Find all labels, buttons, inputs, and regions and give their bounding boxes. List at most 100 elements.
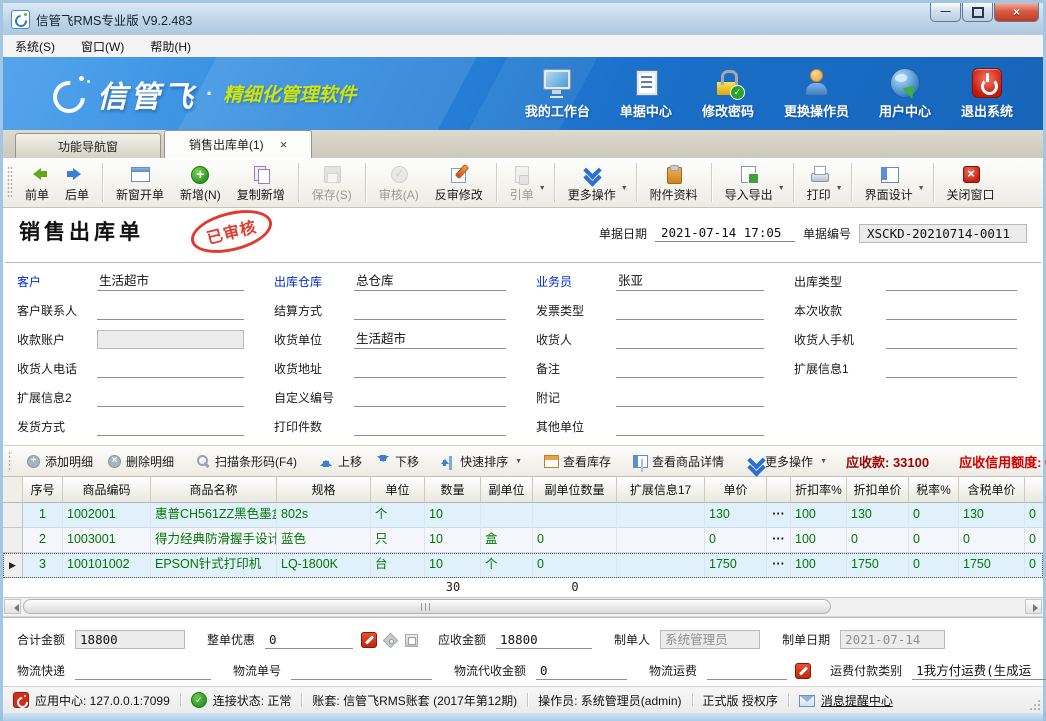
table-cell[interactable]: 10 (425, 553, 481, 578)
grid-more-chevrons-button[interactable]: 更多操作▼ (739, 453, 834, 470)
field-value[interactable] (616, 418, 764, 436)
table-cell[interactable]: ▶ (3, 553, 23, 578)
column-header[interactable]: 单价 (705, 477, 767, 502)
ellipsis-button[interactable]: ··· (772, 528, 785, 551)
field-value[interactable] (354, 302, 506, 320)
bottom-field-value[interactable]: 0 (536, 662, 627, 680)
column-header[interactable]: 商品编码 (63, 477, 151, 502)
grid-move-down-button[interactable]: 下移 (369, 453, 426, 470)
table-cell[interactable]: 1750 (959, 553, 1025, 578)
banner-action-user-center-globe[interactable]: 用户中心 (879, 68, 931, 120)
menu-item-1[interactable]: 窗口(W) (81, 38, 124, 55)
toolbar-new-window-button[interactable]: 新窗开单 (108, 161, 172, 205)
table-cell[interactable] (533, 503, 617, 528)
column-header[interactable]: 扩展信息17 (617, 477, 705, 502)
table-cell[interactable]: 台 (371, 553, 425, 578)
bottom-field-value[interactable] (291, 662, 432, 680)
field-value[interactable]: 张亚 (616, 273, 764, 291)
bottom-field-value[interactable] (75, 662, 211, 680)
status-text[interactable]: 消息提醒中心 (821, 692, 893, 709)
table-cell[interactable]: 0 (533, 553, 617, 578)
scroll-left-arrow-icon[interactable] (4, 599, 21, 614)
table-row[interactable]: 11002001惠普CH561ZZ黑色墨盒802s个10130···100130… (3, 503, 1043, 528)
field-value[interactable] (97, 330, 244, 349)
column-header[interactable]: 折扣单价 (847, 477, 909, 502)
column-header[interactable]: 序号 (23, 477, 63, 502)
table-cell[interactable]: 100101002 (63, 553, 151, 578)
bottom-field-value[interactable]: 0 (265, 631, 353, 649)
grid-scan-barcode-button[interactable]: 扫描条形码(F4) (189, 453, 304, 470)
grid-view-stock-button[interactable]: 查看库存 (537, 453, 618, 470)
table-cell[interactable]: 0 (959, 528, 1025, 553)
bottom-field-value[interactable]: 1我方付运费(生成运 (912, 662, 1046, 680)
horizontal-scrollbar[interactable] (3, 598, 1043, 617)
column-header[interactable]: 副单位 (481, 477, 533, 502)
column-header[interactable]: 单位 (371, 477, 425, 502)
toolbar-print-button[interactable]: 打印 (799, 161, 839, 205)
close-button[interactable]: × (994, 3, 1039, 22)
field-value[interactable] (97, 418, 244, 436)
menu-item-0[interactable]: 系统(S) (15, 38, 55, 55)
field-value[interactable] (97, 360, 244, 378)
table-cell[interactable]: 得力经典防滑握手设计 (151, 528, 277, 553)
column-header[interactable] (767, 477, 791, 502)
minimize-button[interactable]: — (930, 3, 961, 22)
column-header[interactable]: 折扣率% (791, 477, 847, 502)
resize-grip-icon[interactable] (1028, 698, 1041, 711)
banner-action-document-center[interactable]: 单据中心 (620, 68, 672, 120)
table-cell[interactable]: 130 (847, 503, 909, 528)
field-value[interactable] (886, 331, 1017, 349)
column-header[interactable]: 税率% (909, 477, 959, 502)
table-cell[interactable]: 3 (23, 553, 63, 578)
table-cell[interactable]: 个 (371, 503, 425, 528)
field-value[interactable] (616, 389, 764, 407)
table-cell[interactable]: 0 (909, 553, 959, 578)
grid-view-product-detail-button[interactable]: 查看商品详情 (626, 453, 731, 470)
ellipsis-button[interactable]: ··· (772, 503, 785, 526)
bottom-field-value[interactable] (707, 662, 787, 680)
table-cell[interactable]: 0 (909, 503, 959, 528)
toolbar-import-export-button[interactable]: 导入导出 (717, 161, 781, 205)
field-value[interactable] (97, 302, 244, 320)
table-row[interactable]: 21003001得力经典防滑握手设计蓝色只10盒00···1000000 (3, 528, 1043, 553)
toolbar-arrow-prev-button[interactable]: 前单 (17, 161, 57, 205)
table-cell[interactable]: 1002001 (63, 503, 151, 528)
dropdown-caret-icon[interactable]: ▼ (836, 185, 843, 192)
price-tag-icon[interactable] (382, 632, 398, 648)
field-value[interactable]: 生活超市 (97, 273, 244, 291)
column-header[interactable]: 含税单价 (959, 477, 1025, 502)
table-cell[interactable]: 个 (481, 553, 533, 578)
bottom-field-value[interactable]: 2021-07-14 (840, 630, 945, 649)
grid-move-up-button[interactable]: 上移 (312, 453, 369, 470)
table-cell[interactable]: 10 (425, 528, 481, 553)
doc-date-value[interactable]: 2021-07-14 17:05 (655, 225, 795, 242)
column-header[interactable]: 税额 (1025, 477, 1043, 502)
scrollbar-thumb[interactable] (23, 599, 831, 614)
table-cell[interactable]: ··· (767, 503, 791, 528)
toolbar-refer-doc-button[interactable]: 引单 (502, 161, 542, 205)
toolbar-copy-new-button[interactable]: 复制新增 (229, 161, 293, 205)
banner-action-workbench-monitor[interactable]: 我的工作台 (525, 68, 590, 120)
maximize-button[interactable] (962, 3, 993, 22)
table-cell[interactable]: LQ-1800K (277, 553, 371, 578)
field-value[interactable]: 总仓库 (354, 273, 506, 291)
grid-delete-detail-button[interactable]: 删除明细 (100, 453, 181, 470)
table-cell[interactable]: 1750 (705, 553, 767, 578)
dropdown-caret-icon[interactable]: ▼ (539, 185, 546, 192)
field-value[interactable] (616, 360, 764, 378)
column-header[interactable] (3, 477, 23, 502)
dropdown-caret-icon[interactable]: ▼ (918, 185, 925, 192)
field-value[interactable] (616, 302, 764, 320)
grid-quick-sort-button[interactable]: 快速排序▼ (434, 453, 529, 470)
freight-edit-icon[interactable] (795, 663, 811, 679)
table-cell[interactable] (617, 553, 705, 578)
table-cell[interactable]: 0 (909, 528, 959, 553)
field-value[interactable] (886, 302, 1017, 320)
table-cell[interactable]: 130 (705, 503, 767, 528)
table-cell[interactable]: 只 (371, 528, 425, 553)
banner-action-power-exit[interactable]: 退出系统 (961, 68, 1013, 120)
bottom-field-value[interactable]: 系统管理员 (660, 630, 760, 649)
dropdown-caret-icon[interactable]: ▼ (621, 185, 628, 192)
table-cell[interactable] (3, 503, 23, 528)
field-value[interactable] (354, 389, 506, 407)
